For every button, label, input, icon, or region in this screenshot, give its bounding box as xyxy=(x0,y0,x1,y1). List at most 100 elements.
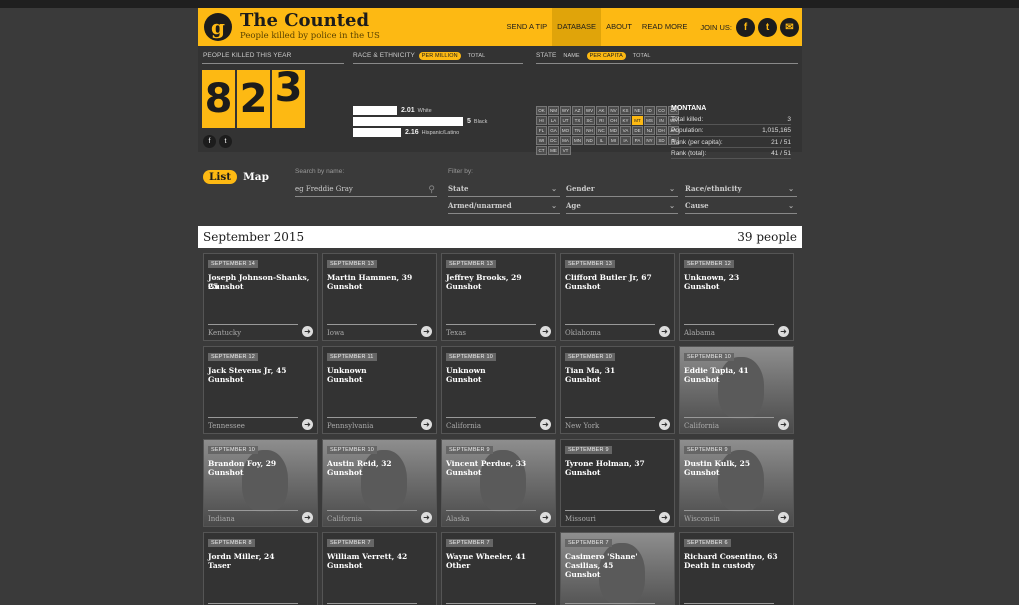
gender-dropdown[interactable]: Gender ⌄ xyxy=(566,183,678,197)
victim-card[interactable]: SEPTEMBER 9 Vincent Perdue, 33 Gunshot Alas… xyxy=(441,439,556,527)
arrow-right-icon[interactable]: ➜ xyxy=(540,419,551,430)
state-cell[interactable]: TN xyxy=(572,126,583,135)
nav-send-a-tip[interactable]: SEND A TIP xyxy=(501,8,552,46)
search-icon[interactable]: ⚲ xyxy=(428,184,435,196)
armed-dropdown[interactable]: Armed/unarmed ⌄ xyxy=(448,200,560,214)
arrow-right-icon[interactable]: ➜ xyxy=(540,512,551,523)
race-dropdown[interactable]: Race/ethnicity ⌄ xyxy=(685,183,797,197)
state-cell[interactable]: VA xyxy=(620,126,631,135)
state-cell[interactable]: LA xyxy=(548,116,559,125)
state-cell[interactable]: NH xyxy=(584,126,595,135)
nav-read-more[interactable]: READ MORE xyxy=(637,8,692,46)
search-input[interactable]: eg Freddie Gray ⚲ xyxy=(295,183,437,197)
victim-card[interactable]: SEPTEMBER 12 Unknown, 23 Gunshot Alabama ➜ xyxy=(679,253,794,341)
state-cell[interactable]: HI xyxy=(536,116,547,125)
state-cell[interactable]: KY xyxy=(620,116,631,125)
email-icon[interactable]: ✉ xyxy=(780,17,799,37)
state-cell[interactable]: CT xyxy=(536,146,547,155)
state-cell[interactable]: DH xyxy=(656,126,667,135)
victim-card[interactable]: SEPTEMBER 10 Eddie Tapia, 41 Gunshot Califo… xyxy=(679,346,794,434)
state-cell[interactable]: OK xyxy=(536,106,547,115)
state-cell[interactable]: MA xyxy=(560,136,571,145)
state-cell[interactable]: ID xyxy=(644,106,655,115)
arrow-right-icon[interactable]: ➜ xyxy=(778,512,789,523)
state-cell[interactable]: WI xyxy=(536,136,547,145)
arrow-right-icon[interactable]: ➜ xyxy=(659,512,670,523)
arrow-right-icon[interactable]: ➜ xyxy=(421,326,432,337)
state-cell[interactable]: CO xyxy=(656,106,667,115)
arrow-right-icon[interactable]: ➜ xyxy=(302,419,313,430)
state-cell[interactable]: NE xyxy=(632,106,643,115)
victim-card[interactable]: SEPTEMBER 10 Unknown Gunshot California ➜ xyxy=(441,346,556,434)
victim-card[interactable]: SEPTEMBER 9 Tyrone Holman, 37 Gunshot Misso… xyxy=(560,439,675,527)
toggle-total[interactable]: TOTAL xyxy=(465,52,489,60)
map-view-button[interactable]: Map xyxy=(237,170,275,184)
state-cell[interactable]: MI xyxy=(608,136,619,145)
toggle-state-total[interactable]: TOTAL xyxy=(630,52,654,60)
victim-card[interactable]: SEPTEMBER 6 Richard Cosentino, 63 Death in… xyxy=(679,532,794,605)
state-cell[interactable]: DE xyxy=(632,126,643,135)
state-cell[interactable]: MD xyxy=(608,126,619,135)
victim-card[interactable]: SEPTEMBER 10 Tian Ma, 31 Gunshot New York ➜ xyxy=(560,346,675,434)
arrow-right-icon[interactable]: ➜ xyxy=(421,512,432,523)
victim-card[interactable]: SEPTEMBER 9 Dustin Kulk, 25 Gunshot Wiscons… xyxy=(679,439,794,527)
toggle-name[interactable]: NAME xyxy=(560,52,582,60)
list-view-button[interactable]: List xyxy=(203,170,238,184)
state-cell[interactable]: NV xyxy=(608,106,619,115)
state-cell[interactable]: IL xyxy=(596,136,607,145)
victim-card[interactable]: SEPTEMBER 10 Austin Reid, 32 Gunshot Califo… xyxy=(322,439,437,527)
victim-card[interactable]: SEPTEMBER 8Jordn Miller, 24Taser➜ xyxy=(203,532,318,605)
state-cell[interactable]: VT xyxy=(560,146,571,155)
victim-card[interactable]: SEPTEMBER 7Wayne Wheeler, 41Other➜ xyxy=(441,532,556,605)
toggle-per-million[interactable]: PER MILLION xyxy=(418,52,461,60)
state-cell[interactable]: NJ xyxy=(644,126,655,135)
state-cell[interactable]: ME xyxy=(548,146,559,155)
state-cell[interactable]: UT xyxy=(560,116,571,125)
state-cell[interactable]: NM xyxy=(548,106,559,115)
state-cell[interactable]: SD xyxy=(656,136,667,145)
state-cell[interactable]: OH xyxy=(608,116,619,125)
victim-card[interactable]: SEPTEMBER 7 Casimero 'Shane' Casilias, 45… xyxy=(560,532,675,605)
state-cell[interactable]: IA xyxy=(620,136,631,145)
arrow-right-icon[interactable]: ➜ xyxy=(540,326,551,337)
arrow-right-icon[interactable]: ➜ xyxy=(302,512,313,523)
state-cell[interactable]: PA xyxy=(632,136,643,145)
site-title[interactable]: The Counted xyxy=(240,11,380,31)
arrow-right-icon[interactable]: ➜ xyxy=(778,419,789,430)
guardian-logo-icon[interactable]: g xyxy=(204,13,232,41)
state-cell[interactable]: IN xyxy=(656,116,667,125)
victim-card[interactable]: SEPTEMBER 13 Martin Hammen, 39 Gunshot Iowa… xyxy=(322,253,437,341)
state-cell[interactable]: NC xyxy=(596,126,607,135)
victim-card[interactable]: SEPTEMBER 10 Brandon Foy, 29 Gunshot Indian… xyxy=(203,439,318,527)
victim-card[interactable]: SEPTEMBER 12 Jack Stevens Jr, 45 Gunshot Te… xyxy=(203,346,318,434)
state-cell[interactable]: KS xyxy=(620,106,631,115)
victim-card[interactable]: SEPTEMBER 14 Joseph Johnson-Shanks, 25 Gun… xyxy=(203,253,318,341)
victim-card[interactable]: SEPTEMBER 13 Jeffrey Brooks, 29 Gunshot Tex… xyxy=(441,253,556,341)
state-cell[interactable]: MN xyxy=(572,136,583,145)
state-cell[interactable]: GA xyxy=(548,126,559,135)
victim-card[interactable]: SEPTEMBER 13 Clifford Butler Jr, 67 Gunsho… xyxy=(560,253,675,341)
state-cell[interactable]: MO xyxy=(560,126,571,135)
facebook-icon[interactable]: f xyxy=(736,17,755,37)
state-cell[interactable]: DC xyxy=(548,136,559,145)
victim-card[interactable]: SEPTEMBER 11 Unknown Gunshot Pennsylvania ➜ xyxy=(322,346,437,434)
arrow-right-icon[interactable]: ➜ xyxy=(659,419,670,430)
cause-dropdown[interactable]: Cause ⌄ xyxy=(685,200,797,214)
arrow-right-icon[interactable]: ➜ xyxy=(421,419,432,430)
arrow-right-icon[interactable]: ➜ xyxy=(302,326,313,337)
state-cell[interactable]: WY xyxy=(560,106,571,115)
state-cell[interactable]: AK xyxy=(596,106,607,115)
state-cell[interactable]: WV xyxy=(584,106,595,115)
state-cell[interactable]: NY xyxy=(644,136,655,145)
state-cell[interactable]: MS xyxy=(644,116,655,125)
victim-card[interactable]: SEPTEMBER 7William Verrett, 42Gunshot➜ xyxy=(322,532,437,605)
toggle-per-capita[interactable]: PER CAPITA xyxy=(586,52,626,60)
state-cell[interactable]: FL xyxy=(536,126,547,135)
age-dropdown[interactable]: Age ⌄ xyxy=(566,200,678,214)
state-cell[interactable]: MT xyxy=(632,116,643,125)
state-cell[interactable]: AZ xyxy=(572,106,583,115)
share-twitter-icon[interactable]: t xyxy=(219,135,232,148)
state-dropdown[interactable]: State ⌄ xyxy=(448,183,560,197)
state-cell[interactable]: SC xyxy=(584,116,595,125)
state-cell[interactable]: ND xyxy=(584,136,595,145)
